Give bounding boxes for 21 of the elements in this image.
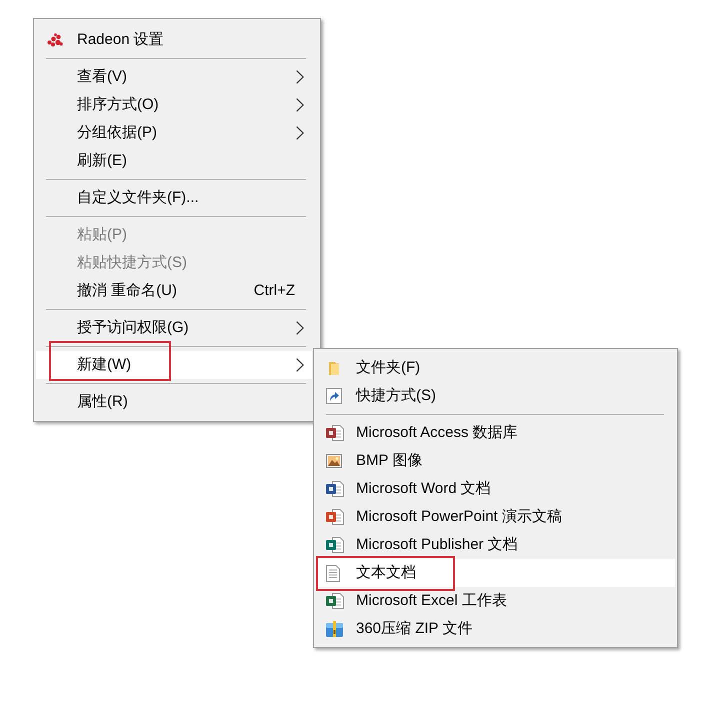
menu-item[interactable]: 授予访问权限(G)	[36, 314, 312, 342]
menu-item[interactable]: 快捷方式(S)	[316, 382, 675, 410]
menu-item[interactable]: 排序方式(O)	[36, 91, 312, 119]
menu-item[interactable]: Radeon 设置	[36, 26, 312, 54]
menu-item[interactable]: 新建(W)	[36, 351, 312, 379]
menu-item[interactable]: 360压缩 ZIP 文件	[316, 615, 675, 643]
menu-item[interactable]: 撤消 重命名(U) Ctrl+Z	[36, 277, 312, 305]
menu-item[interactable]: 分组依据(P)	[36, 119, 312, 147]
menu-item[interactable]: 刷新(E)	[36, 147, 312, 175]
menu-item[interactable]: Microsoft PowerPoint 演示文稿	[316, 503, 675, 531]
menu-item[interactable]: Microsoft Access 数据库	[316, 419, 675, 447]
menu-item[interactable]: 文件夹(F)	[316, 354, 675, 382]
menu-item[interactable]: Microsoft Word 文档	[316, 475, 675, 503]
menu-item[interactable]: Microsoft Publisher 文档	[316, 531, 675, 559]
menu-item[interactable]: Microsoft Excel 工作表	[316, 587, 675, 615]
menu-item[interactable]: BMP 图像	[316, 447, 675, 475]
shortcut-text: Ctrl+Z	[254, 280, 295, 301]
menu-item[interactable]: 文本文档	[316, 559, 675, 587]
menu-item[interactable]: 查看(V)	[36, 63, 312, 91]
menu-item[interactable]: 自定义文件夹(F)...	[36, 184, 312, 212]
menu-item[interactable]: 属性(R)	[36, 388, 312, 416]
